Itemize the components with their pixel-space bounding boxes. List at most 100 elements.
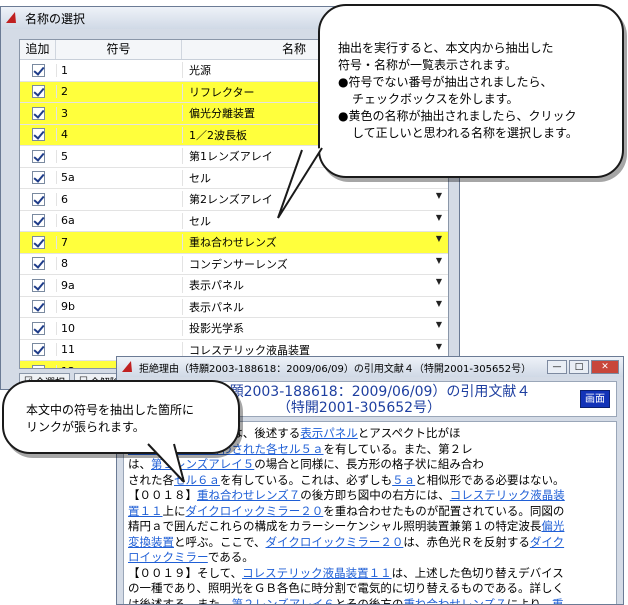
chevron-down-icon[interactable]: ▼ — [436, 320, 442, 336]
row-name[interactable]: 表示パネル ▼ — [182, 298, 448, 315]
callout-text: 符号・名称が一覧表示されます。 — [338, 58, 517, 72]
chevron-down-icon[interactable]: ▼ — [436, 256, 442, 272]
row-number: 6a — [56, 214, 182, 228]
row-checkbox-cell — [20, 214, 56, 228]
row-name-text: コンデンサーレンズ — [189, 257, 288, 271]
chevron-down-icon[interactable]: ▼ — [436, 299, 442, 315]
table-row[interactable]: 9b 表示パネル ▼ — [20, 297, 448, 318]
document-line: の一種であり、照明光をＧＢ各色に時分割で電気的に切り替えるものである。詳しく — [128, 581, 612, 597]
reference-link[interactable]: 重 — [552, 597, 564, 605]
document-line: 【００１９】そして、コレステリック液晶装置１１は、上述した色切り替えデバイス — [128, 566, 612, 582]
document-line: 置１１上にダイクロイックミラー２０を重ね合わせたものが配置されている。同図の — [128, 504, 612, 520]
document-text: である。 — [207, 550, 254, 564]
reference-link[interactable]: ダイクロイックミラー２０ — [186, 504, 324, 518]
screen-button[interactable]: 画面 — [580, 390, 610, 408]
document-text: とその後方の — [334, 596, 404, 605]
row-checkbox-cell — [20, 257, 56, 271]
callout-text: リンクが張られます。 — [26, 420, 145, 434]
checkbox-checked-icon[interactable] — [31, 85, 45, 99]
checkbox-checked-icon[interactable] — [31, 300, 45, 314]
row-number: 9b — [56, 300, 182, 314]
document-text: は、後述する — [231, 426, 301, 440]
table-row[interactable]: 6a セル ▼ — [20, 211, 448, 232]
callout-tail-icon — [277, 147, 323, 219]
checkbox-checked-icon[interactable] — [31, 192, 45, 206]
document-text: 上に — [162, 503, 186, 518]
reference-link[interactable]: 表示パネル — [300, 426, 358, 440]
table-row[interactable]: 8 コンデンサーレンズ ▼ — [20, 254, 448, 275]
close-icon[interactable]: ✕ — [591, 360, 619, 374]
reference-link[interactable]: セル５ａ — [278, 442, 324, 456]
reference-link[interactable]: ロイックミラー — [128, 550, 208, 564]
document-text: は、赤色光Ｒを反射する — [403, 534, 530, 549]
reference-link[interactable]: コレステリック液晶装置１１ — [242, 566, 392, 580]
reference-link[interactable]: 第２レンズアレイ６ — [232, 597, 335, 605]
document-line: ロイックミラーである。 — [128, 550, 612, 566]
callout-text: して正しいと思われる名称を選択します。 — [352, 126, 578, 140]
row-name-text: セル — [189, 171, 211, 185]
row-checkbox-cell — [20, 63, 56, 77]
reference-link[interactable]: ダイクロイックミラー２０ — [266, 535, 404, 549]
chevron-down-icon[interactable]: ▼ — [436, 191, 442, 207]
table-row[interactable]: 9a 表示パネル ▼ — [20, 275, 448, 297]
callout-text: チェックボックスを外します。 — [352, 92, 519, 106]
checkbox-checked-icon[interactable] — [31, 257, 45, 271]
reference-link[interactable]: 重ね合わせレンズ７ — [403, 597, 506, 605]
chevron-down-icon[interactable]: ▼ — [436, 234, 442, 250]
callout-text: 本文中の符号を抽出した箇所に — [26, 403, 195, 417]
checkbox-checked-icon[interactable] — [31, 171, 45, 185]
callout-text: 抽出を実行すると、本文内から抽出した — [338, 41, 554, 55]
callout-bubble-extraction: 抽出を実行すると、本文内から抽出した 符号・名称が一覧表示されます。 ●符号でな… — [277, 4, 624, 219]
checkbox-checked-icon[interactable] — [31, 214, 45, 228]
reference-link[interactable]: 置１１ — [128, 504, 163, 518]
row-name-text: 光源 — [189, 64, 211, 78]
column-header-number[interactable]: 符号 — [56, 40, 182, 59]
reference-link[interactable]: 偏光 — [541, 519, 564, 533]
row-number: 5 — [56, 149, 182, 163]
row-name[interactable]: 重ね合わせレンズ ▼ — [182, 234, 448, 251]
document-text: を有している。また、第２レ — [323, 441, 473, 456]
rejection-reason-title: 拒絶理由（特願2003-188618：2009/06/09）の引用文献４（特開2… — [139, 363, 532, 375]
row-number: 8 — [56, 257, 182, 271]
screenshot-stage: 名称の選択 追加 符号 名称 1 光源 ▼ 2 リフレクター ▼ 3 — [0, 0, 628, 605]
row-checkbox-cell — [20, 343, 56, 357]
row-name-text: 表示パネル — [189, 279, 244, 293]
table-row[interactable]: 6 第2レンズアレイ ▼ — [20, 189, 448, 211]
chevron-down-icon[interactable]: ▼ — [436, 277, 442, 293]
reference-link[interactable]: 重ね合わせレンズ７ — [197, 488, 300, 502]
row-number: 4 — [56, 128, 182, 142]
row-name[interactable]: コンデンサーレンズ ▼ — [182, 255, 448, 272]
document-text: の後方即ち図中の右方には、 — [300, 488, 450, 502]
minimize-icon[interactable]: — — [547, 360, 567, 374]
row-number: 11 — [56, 343, 182, 357]
table-row[interactable]: 7 重ね合わせレンズ ▼ — [20, 232, 448, 254]
row-name-text: セル — [189, 214, 211, 228]
callout-bubble-links: 本文中の符号を抽出した箇所に リンクが張られます。 — [2, 380, 240, 483]
chevron-down-icon[interactable]: ▼ — [436, 213, 442, 229]
document-text: を有している。これは、必ずしも — [220, 472, 393, 487]
document-line: 変換装置と呼ぶ。ここで、ダイクロイックミラー２０は、赤色光Ｒを反射するダイク — [128, 535, 612, 551]
checkbox-checked-icon[interactable] — [31, 128, 45, 142]
checkbox-checked-icon[interactable] — [31, 149, 45, 163]
checkbox-checked-icon[interactable] — [31, 321, 45, 335]
rejection-reason-titlebar[interactable]: 拒絶理由（特願2003-188618：2009/06/09）の引用文献４（特開2… — [117, 357, 623, 377]
reference-link[interactable]: コレステリック液晶装 — [450, 488, 565, 502]
checkbox-checked-icon[interactable] — [31, 63, 45, 77]
reference-link[interactable]: ダイク — [530, 535, 564, 549]
name-selection-title: 名称の選択 — [25, 11, 86, 26]
checkbox-checked-icon[interactable] — [31, 106, 45, 120]
checkbox-checked-icon[interactable] — [31, 364, 45, 368]
checkbox-checked-icon[interactable] — [31, 343, 45, 357]
checkbox-checked-icon[interactable] — [31, 278, 45, 292]
row-checkbox-cell — [20, 278, 56, 292]
maximize-icon[interactable]: □ — [569, 360, 589, 374]
row-name-text: 第2レンズアレイ — [189, 193, 273, 207]
row-name[interactable]: 表示パネル ▼ — [182, 277, 448, 294]
checkbox-checked-icon[interactable] — [31, 235, 45, 249]
reference-link[interactable]: ５ａ — [392, 473, 415, 487]
column-header-add[interactable]: 追加 — [20, 40, 56, 59]
row-checkbox-cell — [20, 149, 56, 163]
row-name[interactable]: 投影光学系 ▼ — [182, 320, 448, 337]
table-row[interactable]: 10 投影光学系 ▼ — [20, 318, 448, 340]
reference-link[interactable]: 変換装置 — [128, 535, 174, 549]
